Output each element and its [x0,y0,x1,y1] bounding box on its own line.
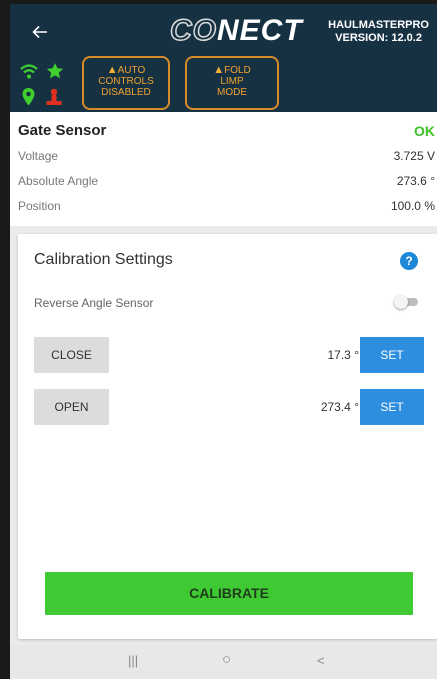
help-icon[interactable]: ? [400,252,418,270]
product-name: HAULMASTERPRO [328,19,429,31]
calibrate-button[interactable]: CALIBRATE [45,572,413,615]
warning-line: CONTROLS [98,76,154,87]
reverse-angle-toggle[interactable] [394,295,420,309]
position-label: Position [18,199,61,213]
connect-logo: CONECT [169,13,303,48]
absolute-angle-label: Absolute Angle [18,174,99,188]
sensor-title: Gate Sensor [18,122,107,139]
fold-limp-mode-warning[interactable]: ▲FOLD LIMP MODE [185,56,279,110]
open-angle-value: 273.4 ° [320,400,359,414]
version-number: VERSION: 12.0.2 [335,32,422,44]
warning-line: FOLD [224,65,251,76]
close-angle-value: 17.3 ° [327,348,360,362]
warning-line: LIMP [220,76,244,87]
star-icon [46,63,64,79]
nav-back-icon[interactable]: < [317,653,325,668]
warning-line: AUTO [117,65,146,76]
logo-suffix: NECT [217,14,303,47]
wifi-icon [20,64,38,79]
home-icon[interactable]: ○ [222,651,231,668]
recents-icon[interactable]: ||| [128,653,138,668]
system-nav-bar: ||| ○ < [10,645,437,679]
position-row: Position 100.0 % [18,199,435,217]
app-screen: CONECT HAULMASTERPRO VERSION: 12.0.2 ▲AU… [10,4,437,679]
app-header: CONECT HAULMASTERPRO VERSION: 12.0.2 ▲AU… [10,4,437,112]
location-pin-icon [22,88,35,106]
toggle-knob [394,295,408,309]
set-close-button[interactable]: SET [360,337,424,373]
operator-icon [46,88,62,105]
back-arrow-icon[interactable] [28,20,52,44]
warning-line: DISABLED [101,87,151,98]
calibration-card: Calibration Settings ? Reverse Angle Sen… [18,234,437,639]
warning-icon: ▲ [106,64,118,76]
warning-line: MODE [217,87,247,98]
status-icons [20,63,72,112]
voltage-value: 3.725 V [393,149,435,163]
open-button[interactable]: OPEN [34,389,109,425]
voltage-row: Voltage 3.725 V [18,149,435,167]
auto-controls-disabled-warning[interactable]: ▲AUTO CONTROLS DISABLED [82,56,170,110]
set-open-button[interactable]: SET [360,389,424,425]
reverse-angle-label: Reverse Angle Sensor [34,296,154,310]
warning-icon: ▲ [213,64,225,76]
absolute-angle-value: 273.6 ° [396,174,435,188]
version-info: HAULMASTERPRO VERSION: 12.0.2 [328,19,429,45]
logo-prefix: CO [169,13,217,48]
absolute-angle-row: Absolute Angle 273.6 ° [18,174,435,192]
voltage-label: Voltage [18,149,59,163]
position-value: 100.0 % [390,199,435,213]
gate-sensor-panel: Gate Sensor OK Voltage 3.725 V Absolute … [10,112,437,226]
close-button[interactable]: CLOSE [34,337,109,373]
calibration-title: Calibration Settings [34,251,173,268]
sensor-status: OK [414,123,435,139]
